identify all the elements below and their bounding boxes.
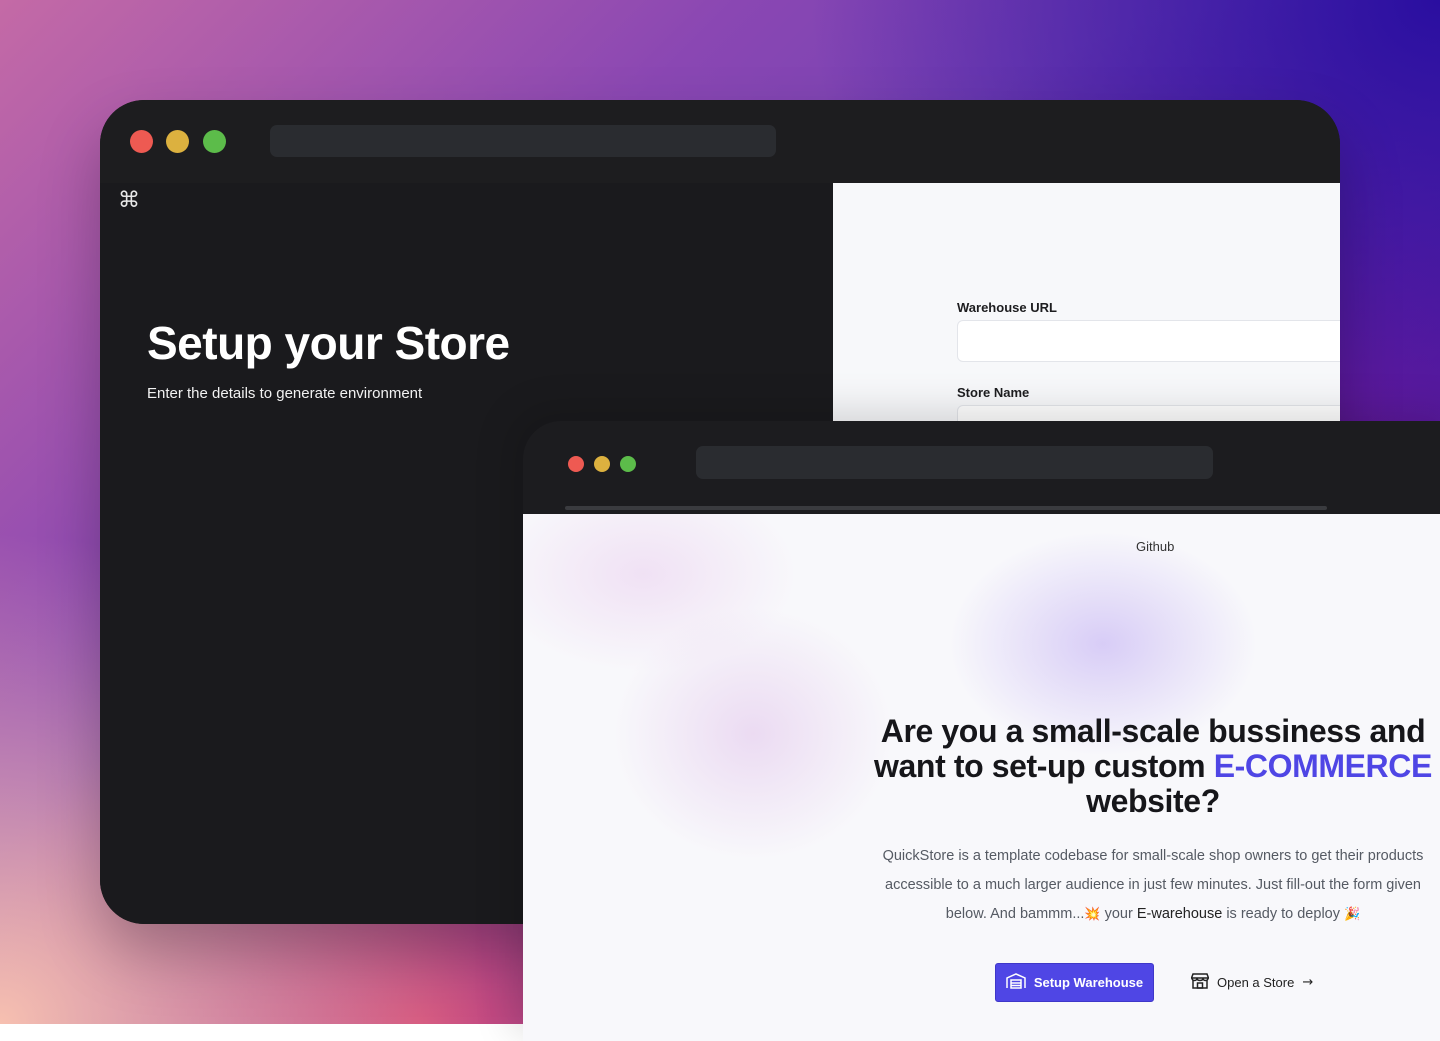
hero-title: Are you a small-scale bussiness and want…: [863, 714, 1440, 819]
front-browser-window: Github Are you a small-scale bussiness a…: [523, 421, 1440, 1041]
hero-title-accent: E-COMMERCE: [1213, 748, 1433, 784]
hero-description: QuickStore is a template codebase for sm…: [863, 842, 1440, 929]
minimize-dot[interactable]: [166, 130, 189, 153]
warehouse-url-label: Warehouse URL: [957, 300, 1057, 315]
page-title: Setup your Store: [147, 317, 510, 369]
hero-desc-part3: is ready to deploy: [1222, 906, 1345, 922]
setup-warehouse-button[interactable]: Setup Warehouse: [995, 963, 1154, 1002]
window-chrome: [100, 100, 1340, 183]
party-emoji-icon: 🎉: [1344, 907, 1361, 922]
page-subtitle: Enter the details to generate environmen…: [147, 385, 423, 402]
github-link[interactable]: Github: [1136, 539, 1174, 554]
storefront-icon: [1190, 973, 1210, 992]
tab-strip: [565, 506, 1327, 510]
address-bar[interactable]: [270, 125, 776, 157]
warehouse-url-input[interactable]: [957, 320, 1340, 362]
store-name-label: Store Name: [957, 385, 1030, 400]
open-store-button[interactable]: Open a Store →: [1190, 963, 1314, 1002]
warehouse-icon: [1006, 973, 1026, 992]
hero-title-part2: website?: [1086, 783, 1220, 819]
landing-page: Github Are you a small-scale bussiness a…: [523, 514, 1440, 1041]
close-dot[interactable]: [130, 130, 153, 153]
address-bar[interactable]: [696, 446, 1213, 479]
maximize-dot[interactable]: [203, 130, 226, 153]
close-dot[interactable]: [568, 456, 584, 472]
explosion-emoji-icon: 💥: [1084, 907, 1101, 922]
minimize-dot[interactable]: [594, 456, 610, 472]
hero-desc-part2: your: [1100, 906, 1137, 922]
arrow-right-icon: →: [1302, 975, 1314, 990]
maximize-dot[interactable]: [620, 456, 636, 472]
hero-desc-dark: E-warehouse: [1136, 906, 1223, 922]
setup-warehouse-label: Setup Warehouse: [1033, 975, 1144, 990]
open-store-label: Open a Store: [1217, 975, 1295, 990]
command-icon: ⌘: [118, 188, 140, 213]
